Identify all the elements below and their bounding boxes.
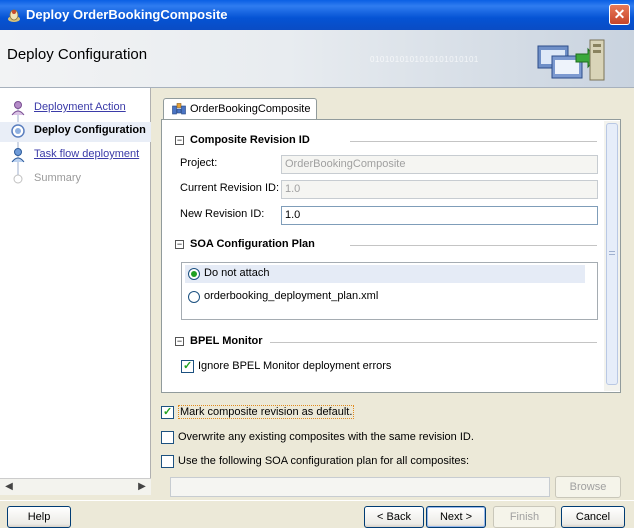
checkbox-label: Mark composite revision as default. — [178, 405, 355, 419]
radio-do-not-attach[interactable]: Do not attach — [185, 265, 585, 283]
header-binary-decoration: 0101010101010101010101 — [370, 55, 479, 64]
nav-label: Summary — [34, 172, 82, 184]
checkbox[interactable]: ✓ — [161, 406, 174, 419]
collapse-icon[interactable]: − — [175, 240, 184, 249]
nav-item-deployment-action[interactable]: Deployment Action — [0, 99, 151, 119]
overwrite-checkbox[interactable]: Overwrite any existing composites with t… — [161, 430, 491, 446]
current-revision-field: 1.0 — [281, 180, 598, 199]
next-button[interactable]: Next > — [426, 506, 486, 528]
pending-step-icon — [13, 174, 23, 184]
finish-button: Finish — [493, 506, 556, 528]
nav-horizontal-scrollbar[interactable]: ◀ ▶ — [0, 478, 151, 495]
section-heading: SOA Configuration Plan — [190, 238, 315, 250]
bottom-separator — [0, 500, 634, 501]
scroll-right-icon[interactable]: ▶ — [136, 481, 148, 493]
checkbox-label: Overwrite any existing composites with t… — [178, 431, 474, 443]
tab-orderbookingcomposite[interactable]: OrderBookingComposite — [163, 98, 317, 120]
step-icon — [11, 148, 25, 163]
nav-label: Deploy Configuration — [34, 124, 146, 136]
new-revision-input[interactable]: 1.0 — [281, 206, 598, 225]
use-plan-checkbox[interactable]: Use the following SOA configuration plan… — [161, 454, 491, 470]
current-revision-label: Current Revision ID: — [180, 182, 280, 194]
checkbox[interactable] — [161, 455, 174, 468]
wizard-steps-panel: Deployment Action Deploy Configuration T… — [0, 88, 151, 478]
scrollbar-grip-icon — [609, 251, 615, 255]
checkbox-label: Use the following SOA configuration plan… — [178, 455, 470, 467]
project-field: OrderBookingComposite — [281, 155, 598, 174]
checkmark-icon: ✓ — [183, 360, 193, 372]
nav-item-summary: Summary — [0, 170, 151, 190]
current-step-icon — [11, 124, 25, 138]
section-heading: BPEL Monitor — [190, 335, 263, 347]
radio-selected-dot — [191, 271, 197, 277]
collapse-icon[interactable]: − — [175, 136, 184, 145]
mark-default-checkbox[interactable]: ✓ Mark composite revision as default. — [161, 405, 401, 421]
checkbox[interactable]: ✓ — [181, 360, 194, 373]
plan-path-input — [170, 477, 550, 497]
help-button[interactable]: Help — [7, 506, 71, 528]
page-title: Deploy Configuration — [7, 46, 148, 63]
title-bar: Deploy OrderBookingComposite ✕ — [0, 0, 634, 30]
scroll-left-icon[interactable]: ◀ — [3, 481, 15, 493]
radio-button[interactable] — [188, 291, 200, 303]
ignore-bpel-errors-checkbox[interactable]: ✓ Ignore BPEL Monitor deployment errors — [181, 359, 441, 375]
app-icon — [8, 9, 20, 22]
close-icon: ✕ — [613, 6, 626, 22]
panel-vertical-scrollbar[interactable] — [604, 121, 620, 391]
project-label: Project: — [180, 157, 218, 169]
step-icon — [11, 101, 25, 116]
nav-label: Deployment Action — [34, 101, 126, 113]
nav-item-task-flow-deployment[interactable]: Task flow deployment — [0, 146, 151, 166]
section-heading: Composite Revision ID — [190, 134, 310, 146]
checkbox-label: Ignore BPEL Monitor deployment errors — [198, 360, 392, 372]
checkbox[interactable] — [161, 431, 174, 444]
back-button[interactable]: < Back — [364, 506, 424, 528]
nav-label: Task flow deployment — [34, 148, 140, 160]
checkmark-icon: ✓ — [163, 406, 173, 418]
browse-button: Browse — [555, 476, 621, 498]
deploy-server-icon — [537, 39, 605, 81]
section-soa-plan[interactable]: − SOA Configuration Plan — [175, 238, 355, 252]
section-divider — [350, 245, 597, 246]
section-composite-revision[interactable]: − Composite Revision ID — [175, 134, 355, 148]
wizard-header: Deploy Configuration 0101010101010101010… — [0, 30, 634, 88]
tab-label: OrderBookingComposite — [190, 103, 311, 115]
radio-deployment-plan-xml[interactable]: orderbooking_deployment_plan.xml — [185, 288, 485, 306]
cancel-button[interactable]: Cancel — [561, 506, 625, 528]
radio-label: Do not attach — [204, 267, 270, 279]
new-revision-label: New Revision ID: — [180, 208, 265, 220]
close-button[interactable]: ✕ — [609, 4, 630, 25]
radio-button[interactable] — [188, 268, 200, 280]
section-divider — [270, 342, 597, 343]
section-divider — [350, 141, 597, 142]
collapse-icon[interactable]: − — [175, 337, 184, 346]
window-title: Deploy OrderBookingComposite — [26, 7, 228, 22]
nav-item-deploy-configuration[interactable]: Deploy Configuration — [0, 122, 151, 142]
composite-icon — [172, 103, 186, 115]
radio-label: orderbooking_deployment_plan.xml — [204, 290, 379, 302]
